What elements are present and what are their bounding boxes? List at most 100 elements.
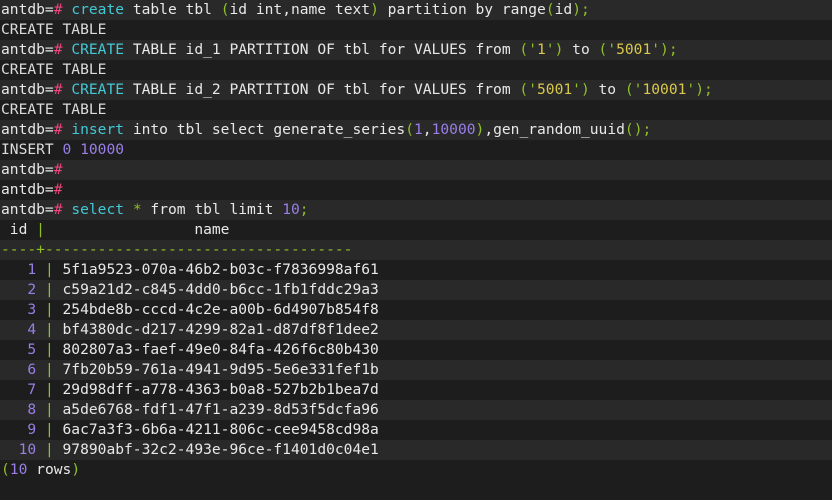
cmd-insert[interactable]: antdb=# insert into tbl select generate_… xyxy=(0,120,832,140)
terminal-token: 7 xyxy=(1,381,45,398)
terminal-token: (' xyxy=(598,41,617,58)
terminal-token: | xyxy=(44,281,54,298)
terminal-token: CREATE TABLE xyxy=(1,61,107,78)
terminal-token: | xyxy=(44,421,54,438)
terminal-token: c59a21d2-c845-4dd0-b6cc-1fb1fddc29a3 xyxy=(53,281,379,298)
out-create-table-3: CREATE TABLE xyxy=(0,100,832,120)
terminal-token: from tbl limit xyxy=(141,201,283,218)
terminal-token: 5001 xyxy=(616,41,652,58)
terminal-token: ,gen_random_uuid xyxy=(484,121,625,138)
terminal-token: ( xyxy=(1,461,10,478)
terminal-token: 10 xyxy=(1,441,45,458)
terminal-token: (' xyxy=(519,81,537,98)
terminal-token: + xyxy=(36,241,45,258)
terminal-window[interactable]: antdb=# create table tbl (id int,name te… xyxy=(0,0,832,500)
terminal-token: * xyxy=(132,201,142,218)
terminal-token: | xyxy=(44,321,54,338)
prompt-empty-1[interactable]: antdb=# xyxy=(0,160,832,180)
terminal-token: id xyxy=(1,221,37,238)
terminal-token: TABLE id_1 PARTITION OF tbl for VALUES f… xyxy=(124,41,520,58)
terminal-token: 5 xyxy=(1,341,45,358)
cmd-create-table[interactable]: antdb=# create table tbl (id int,name te… xyxy=(0,0,832,20)
table-row: 7 | 29d98dff-a778-4363-b0a8-527b2b1bea7d xyxy=(0,380,832,400)
terminal-token: , xyxy=(422,121,432,138)
terminal-token: (' xyxy=(519,41,537,58)
terminal-token: # xyxy=(53,121,63,138)
terminal-token: 0 xyxy=(62,141,72,158)
terminal-token: | xyxy=(44,261,54,278)
terminal-token: # xyxy=(53,181,63,198)
terminal-token: 6ac7a3f3-6b6a-4211-806c-cee9458cd98a xyxy=(53,421,379,438)
cmd-create-partition-id1[interactable]: antdb=# CREATE TABLE id_1 PARTITION OF t… xyxy=(0,40,832,60)
terminal-token: ; xyxy=(299,201,309,218)
terminal-token: | xyxy=(44,441,54,458)
terminal-token: a5de6768-fdf1-47f1-a239-8d53f5dcfa96 xyxy=(53,401,379,418)
terminal-token: | xyxy=(44,301,54,318)
terminal-token: ---- xyxy=(1,241,37,258)
terminal-token: rows xyxy=(27,461,72,478)
terminal-token: antdb= xyxy=(1,41,54,58)
table-row: 5 | 802807a3-faef-49e0-84fa-426f6c80b430 xyxy=(0,340,832,360)
terminal-token: insert xyxy=(71,121,125,138)
terminal-token: 8 xyxy=(1,401,45,418)
table-row: 3 | 254bde8b-cccd-4c2e-a00b-6d4907b854f8 xyxy=(0,300,832,320)
terminal-token: 10 xyxy=(9,461,28,478)
terminal-token: ') xyxy=(686,81,704,98)
terminal-token: ) xyxy=(572,1,581,18)
terminal-token: 9 xyxy=(1,421,45,438)
table-row: 9 | 6ac7a3f3-6b6a-4211-806c-cee9458cd98a xyxy=(0,420,832,440)
terminal-token: CREATE xyxy=(71,81,125,98)
prompt-empty-2[interactable]: antdb=# xyxy=(0,180,832,200)
terminal-token: TABLE id_2 PARTITION OF tbl for VALUES f… xyxy=(124,81,520,98)
terminal-token: ----------------------------------- xyxy=(44,241,353,258)
terminal-token: id int,name text xyxy=(229,1,371,18)
terminal-token: CREATE xyxy=(71,41,125,58)
terminal-token: 10000 xyxy=(431,121,476,138)
terminal-token: name xyxy=(44,221,230,238)
terminal-token: | xyxy=(44,341,54,358)
terminal-token: table tbl xyxy=(124,1,221,18)
out-insert: INSERT 0 10000 xyxy=(0,140,832,160)
terminal-token: to xyxy=(563,41,599,58)
terminal-token: | xyxy=(36,221,45,238)
terminal-token: | xyxy=(44,361,54,378)
table-header: id | name xyxy=(0,220,832,240)
out-create-table-1: CREATE TABLE xyxy=(0,20,832,40)
terminal-token: 1 xyxy=(414,121,423,138)
table-separator: ----+----------------------------------- xyxy=(0,240,832,260)
terminal-token: () xyxy=(624,121,643,138)
table-row: 1 | 5f1a9523-070a-46b2-b03c-f7836998af61 xyxy=(0,260,832,280)
terminal-token: 254bde8b-cccd-4c2e-a00b-6d4907b854f8 xyxy=(53,301,379,318)
terminal-token: antdb= xyxy=(1,161,54,178)
terminal-token: ; xyxy=(668,41,678,58)
terminal-token: create xyxy=(71,1,125,18)
terminal-token: | xyxy=(44,401,54,418)
table-row: 2 | c59a21d2-c845-4dd0-b6cc-1fb1fddc29a3 xyxy=(0,280,832,300)
terminal-token: 5f1a9523-070a-46b2-b03c-f7836998af61 xyxy=(53,261,379,278)
terminal-token: CREATE TABLE xyxy=(1,101,107,118)
terminal-token: select xyxy=(71,201,125,218)
cmd-select[interactable]: antdb=# select * from tbl limit 10; xyxy=(0,200,832,220)
terminal-token: 3 xyxy=(1,301,45,318)
terminal-token: # xyxy=(53,81,63,98)
terminal-token: ( xyxy=(545,1,555,18)
terminal-token: 1 xyxy=(537,41,546,58)
terminal-token: ; xyxy=(642,121,652,138)
terminal-token: 7fb20b59-761a-4941-9d95-5e6e331fef1b xyxy=(53,361,379,378)
cmd-create-partition-id2[interactable]: antdb=# CREATE TABLE id_2 PARTITION OF t… xyxy=(0,80,832,100)
terminal-token: id xyxy=(554,1,573,18)
table-row: 8 | a5de6768-fdf1-47f1-a239-8d53f5dcfa96 xyxy=(0,400,832,420)
terminal-token: ') xyxy=(545,41,564,58)
terminal-token: ') xyxy=(572,81,590,98)
terminal-token: 2 xyxy=(1,281,45,298)
terminal-scrollback: antdb=# create table tbl (id int,name te… xyxy=(0,0,832,480)
table-row: 10 | 97890abf-32c2-493e-96ce-f1401d0c04e… xyxy=(0,440,832,460)
terminal-token: ; xyxy=(703,81,713,98)
terminal-token: ) xyxy=(370,1,379,18)
terminal-token: 97890abf-32c2-493e-96ce-f1401d0c04e1 xyxy=(53,441,379,458)
terminal-token: CREATE TABLE xyxy=(1,21,107,38)
terminal-token: ) xyxy=(475,121,485,138)
